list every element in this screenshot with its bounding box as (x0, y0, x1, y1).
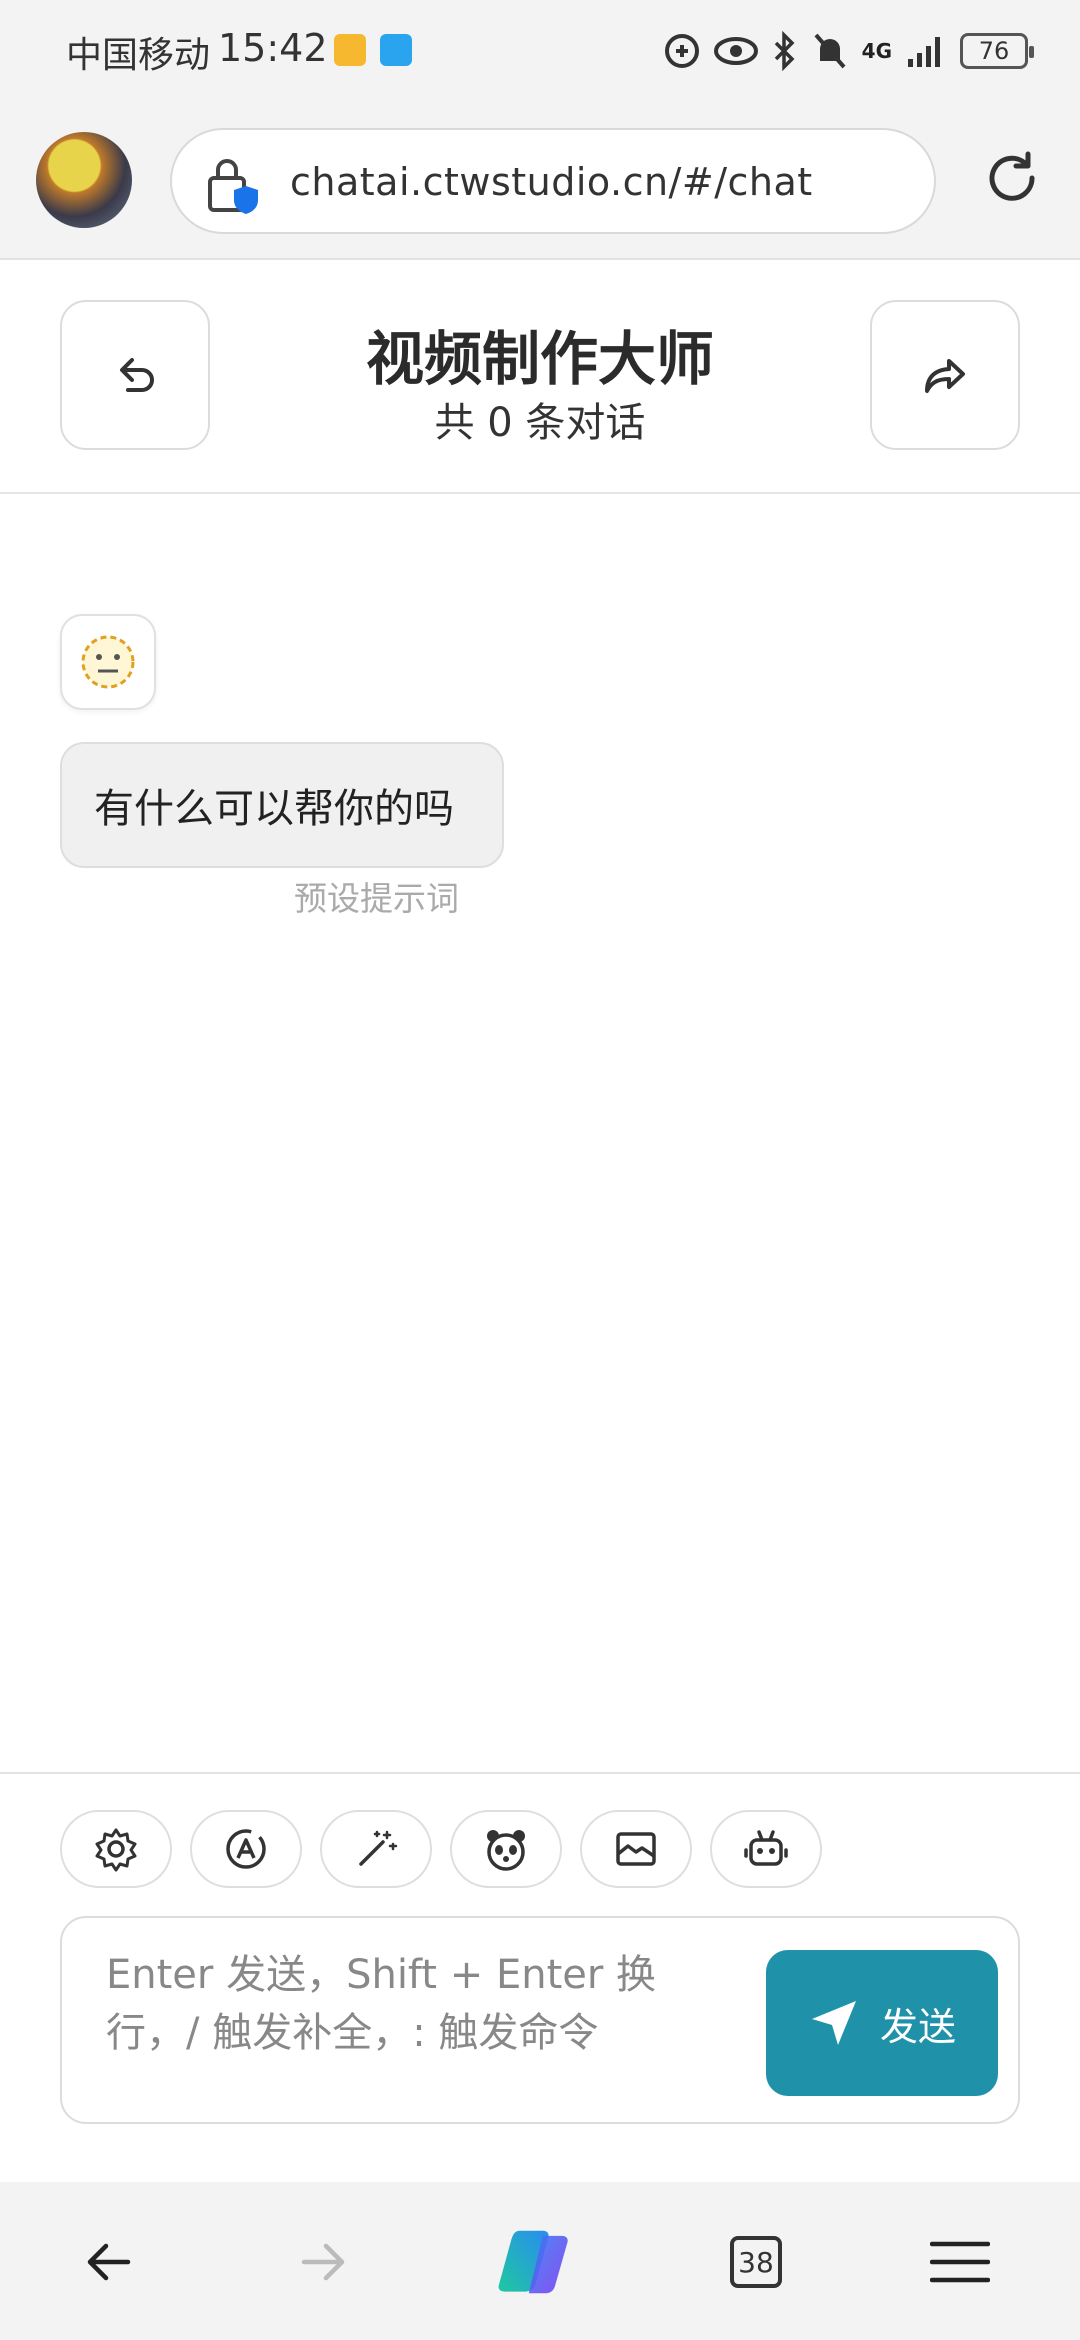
eye-icon (713, 37, 758, 65)
message-notification-icon (380, 34, 412, 66)
mail-notification-icon (334, 34, 366, 66)
bot-avatar (60, 614, 156, 710)
tabs-button[interactable]: 38 (716, 2222, 796, 2302)
chat-header: 视频制作大师 共 0 条对话 (0, 262, 1080, 494)
secure-lock-icon[interactable] (204, 156, 260, 216)
carrier-label: 中国移动 (66, 35, 211, 76)
profile-avatar[interactable] (36, 132, 132, 228)
mask-button[interactable] (450, 1810, 562, 1888)
bluetooth-icon (774, 31, 795, 71)
send-button[interactable]: 发送 (766, 1950, 998, 2096)
browser-toolbar: chatai.ctwstudio.cn/#/chat (0, 100, 1080, 260)
neutral-face-icon (81, 635, 135, 689)
message-text: 有什么可以帮你的吗 (94, 786, 454, 832)
address-bar[interactable]: chatai.ctwstudio.cn/#/chat (170, 128, 936, 234)
theme-button[interactable] (190, 1810, 302, 1888)
battery-indicator: 76 (960, 33, 1034, 69)
menu-button[interactable] (920, 2222, 1000, 2302)
composer-panel: Enter 发送，Shift + Enter 换行，/ 触发补全，: 触发命令 … (0, 1772, 1080, 2182)
image-frame-icon (616, 1832, 656, 1866)
input-placeholder[interactable]: Enter 发送，Shift + Enter 换行，/ 触发补全，: 触发命令 (106, 1946, 746, 2062)
magic-wand-icon (359, 1830, 398, 1866)
send-label: 发送 (879, 2004, 956, 2049)
image-button[interactable] (580, 1810, 692, 1888)
arrow-left-icon (87, 2243, 131, 2281)
reload-icon[interactable] (980, 146, 1044, 210)
nav-forward-button[interactable] (284, 2222, 364, 2302)
mute-bell-icon (814, 33, 846, 69)
copilot-button[interactable] (494, 2222, 574, 2302)
arrow-right-icon (301, 2243, 345, 2281)
clock: 15:42 (218, 26, 328, 70)
signal-icon (908, 37, 940, 67)
bot-message-bubble: 有什么可以帮你的吗 (60, 742, 504, 868)
send-arrow-icon (811, 2001, 856, 2045)
battery-level: 76 (978, 37, 1010, 65)
browser-nav-bar: 38 (0, 2182, 1080, 2340)
message-input[interactable]: Enter 发送，Shift + Enter 换行，/ 触发补全，: 触发命令 … (60, 1916, 1020, 2124)
preset-prompt-note: 预设提示词 (294, 879, 459, 918)
url-text[interactable]: chatai.ctwstudio.cn/#/chat (290, 160, 813, 204)
auto-theme-icon (226, 1829, 266, 1869)
tool-row (60, 1810, 822, 1888)
hamburger-menu-icon (930, 2241, 990, 2283)
tab-count: 38 (738, 2245, 774, 2279)
share-button[interactable] (870, 300, 1020, 450)
status-icons: 4G 76 (664, 26, 1034, 76)
robot-icon (744, 1830, 788, 1866)
nav-back-button[interactable] (68, 2222, 148, 2302)
data-saver-icon (664, 34, 699, 68)
model-button[interactable] (710, 1810, 822, 1888)
settings-button[interactable] (60, 1810, 172, 1888)
network-type-label: 4G (861, 39, 892, 63)
tab-count-badge: 38 (730, 2236, 782, 2288)
copilot-logo-icon (498, 2230, 568, 2294)
gear-icon (95, 1828, 137, 1872)
share-icon (925, 359, 965, 393)
status-bar: 中国移动 15:42 4G 76 (0, 0, 1080, 100)
panda-mask-icon (487, 1830, 525, 1871)
prompt-button[interactable] (320, 1810, 432, 1888)
